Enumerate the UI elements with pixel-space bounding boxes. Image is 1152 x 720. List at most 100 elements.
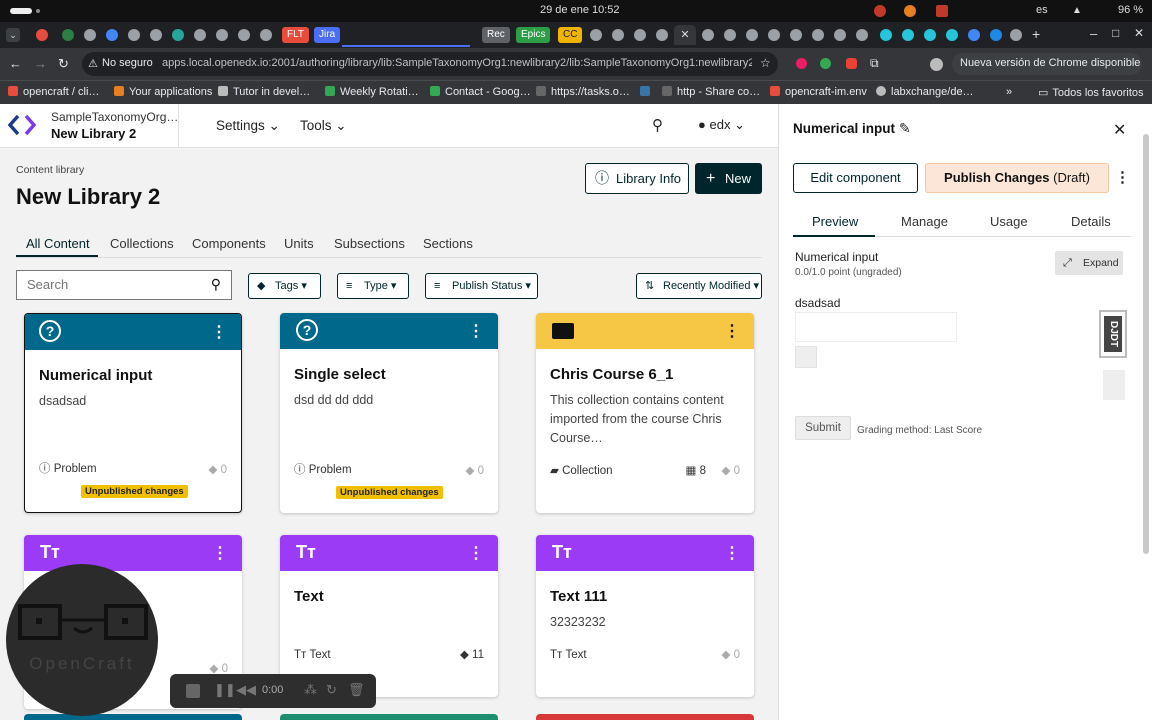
tab-flt[interactable]: FLT — [282, 27, 310, 43]
card-single-select[interactable]: ? ⋮ Single select dsd dd dd ddd ⓘ Proble… — [280, 313, 498, 513]
tab-epics[interactable]: Epics — [516, 27, 551, 43]
numeric-answer-input[interactable] — [795, 312, 957, 342]
search-icon[interactable]: ⚲ — [211, 276, 221, 293]
sidebar-scrollbar[interactable] — [1143, 114, 1151, 714]
maximize-icon[interactable]: □ — [1112, 26, 1119, 40]
pause-icon[interactable]: ❚❚ — [214, 682, 236, 698]
pencil-icon[interactable]: ✎ — [899, 120, 911, 137]
extension-icon[interactable] — [846, 58, 857, 69]
github-icon[interactable] — [216, 29, 228, 41]
close-icon[interactable]: ✕ — [1113, 120, 1126, 140]
app-tray-icon[interactable] — [936, 5, 948, 17]
bookmark-item[interactable]: http - Share co… — [662, 86, 760, 98]
extension-icon[interactable] — [796, 58, 807, 69]
more-options-icon[interactable]: ⋮ — [724, 543, 740, 563]
tab-favicon[interactable] — [946, 29, 958, 41]
tab-subsections[interactable]: Subsections — [334, 236, 405, 251]
tab-favicon[interactable] — [656, 29, 668, 41]
tab-units[interactable]: Units — [284, 236, 314, 251]
tab-all-content[interactable]: All Content — [26, 236, 90, 251]
trash-icon[interactable]: 🗑 — [348, 682, 365, 698]
tab-favicon[interactable] — [106, 29, 118, 41]
warning-icon[interactable]: ⚠ — [88, 57, 98, 70]
tab-manage[interactable]: Manage — [901, 214, 948, 229]
tab-favicon[interactable] — [590, 29, 602, 41]
settings-menu[interactable]: Settings ⌄ — [216, 118, 280, 134]
more-options-icon[interactable]: ⋮ — [211, 322, 227, 342]
tab-jira[interactable]: Jira — [314, 27, 341, 43]
tab-sections[interactable]: Sections — [423, 236, 473, 251]
tab-favicon[interactable] — [634, 29, 646, 41]
tray-icon[interactable] — [874, 5, 886, 17]
tab-favicon[interactable] — [62, 29, 74, 41]
restart-icon[interactable]: ↻ — [326, 682, 337, 698]
security-label[interactable]: No seguro — [102, 57, 153, 69]
os-clock[interactable]: 29 de ene 10:52 — [540, 4, 620, 16]
bookmark-item[interactable] — [640, 86, 655, 98]
library-info-button[interactable]: ⓘ Library Info — [585, 163, 689, 194]
tab-rec[interactable]: Rec — [482, 27, 510, 43]
new-tab-icon[interactable]: + — [1032, 26, 1040, 42]
more-options-icon[interactable]: ⋮ — [724, 321, 740, 341]
edit-component-button[interactable]: Edit component — [793, 163, 918, 193]
tab-favicon[interactable] — [924, 29, 936, 41]
profile-avatar-icon[interactable] — [930, 58, 943, 71]
scrollbar-thumb[interactable] — [1143, 134, 1149, 554]
new-button[interactable]: + New — [695, 163, 762, 194]
tab-details[interactable]: Details — [1071, 214, 1111, 229]
type-filter[interactable]: ≡ Type ▾ — [337, 273, 409, 299]
tab-favicon[interactable] — [902, 29, 914, 41]
card-text-111[interactable]: Tт ⋮ Text 111 32323232 Tт Text ◆ 0 — [536, 535, 754, 697]
openedx-logo[interactable] — [8, 113, 36, 137]
bookmark-item[interactable]: opencraft / cli… — [8, 86, 99, 98]
card-numerical-input[interactable]: ? ⋮ Numerical input dsadsad ⓘ Problem ◆ … — [24, 313, 242, 513]
more-options-icon[interactable]: ⋮ — [1115, 168, 1130, 186]
sort-dropdown[interactable]: ⇅ Recently Modified ▾ — [636, 273, 762, 299]
bookmark-item[interactable]: labxchange/de… — [876, 86, 974, 98]
activities-indicator[interactable] — [10, 8, 32, 14]
user-menu[interactable]: ● edx ⌄ — [698, 117, 745, 133]
tab-favicon[interactable] — [746, 29, 758, 41]
tab-favicon[interactable] — [702, 29, 714, 41]
bookmark-item[interactable]: opencraft-im.env — [770, 86, 867, 98]
github-icon[interactable] — [194, 29, 206, 41]
tab-favicon[interactable] — [84, 29, 96, 41]
expand-button[interactable]: ⤢ Expand — [1055, 251, 1123, 275]
tab-favicon[interactable] — [172, 29, 184, 41]
bookmark-item[interactable]: Weekly Rotati… — [325, 86, 419, 98]
tab-favicon[interactable] — [724, 29, 736, 41]
github-icon[interactable] — [834, 29, 846, 41]
tab-components[interactable]: Components — [192, 236, 266, 251]
reload-icon[interactable]: ↻ — [58, 56, 69, 72]
tab-favicon[interactable] — [968, 29, 980, 41]
tab-favicon[interactable] — [790, 29, 802, 41]
publish-status-filter[interactable]: ≡ Publish Status ▾ — [425, 273, 538, 299]
tab-usage[interactable]: Usage — [990, 214, 1028, 229]
all-bookmarks[interactable]: ▭ Todos los favoritos — [1038, 86, 1144, 99]
tab-preview[interactable]: Preview — [812, 214, 858, 229]
bookmark-item[interactable]: https://tasks.o… — [536, 86, 630, 98]
more-options-icon[interactable]: ⋮ — [212, 543, 228, 563]
extensions-puzzle-icon[interactable]: ⧉ — [870, 56, 879, 71]
tab-favicon[interactable] — [36, 29, 48, 41]
stop-icon[interactable] — [186, 684, 200, 698]
back-icon[interactable]: ← — [9, 56, 22, 71]
os-battery[interactable]: 96 % — [1118, 4, 1143, 16]
search-icon[interactable]: ⚲ — [652, 116, 663, 134]
card-text-2[interactable]: Tт ⋮ Text Tт Text ◆ 11 — [280, 535, 498, 697]
window-close-icon[interactable]: ✕ — [1134, 26, 1144, 40]
submit-button[interactable]: Submit — [795, 416, 851, 440]
more-options-icon[interactable]: ⋮ — [468, 321, 484, 341]
forward-icon[interactable]: → — [34, 56, 47, 71]
tab-cc[interactable]: CC — [558, 27, 583, 43]
tab-favicon[interactable] — [990, 29, 1002, 41]
more-options-icon[interactable]: ⋮ — [468, 543, 484, 563]
debug-toolbar-tab[interactable] — [1103, 370, 1125, 400]
breadcrumb[interactable]: Content library — [16, 164, 84, 176]
bookmarks-overflow[interactable]: » — [1006, 86, 1012, 98]
card-collection[interactable]: ⋮ Chris Course 6_1 This collection conta… — [536, 313, 754, 513]
tab-favicon[interactable] — [1010, 29, 1022, 41]
chrome-tray-icon[interactable] — [904, 5, 916, 17]
tab-search-icon[interactable]: ⌄ — [6, 28, 20, 42]
tools-menu[interactable]: Tools ⌄ — [300, 118, 347, 134]
